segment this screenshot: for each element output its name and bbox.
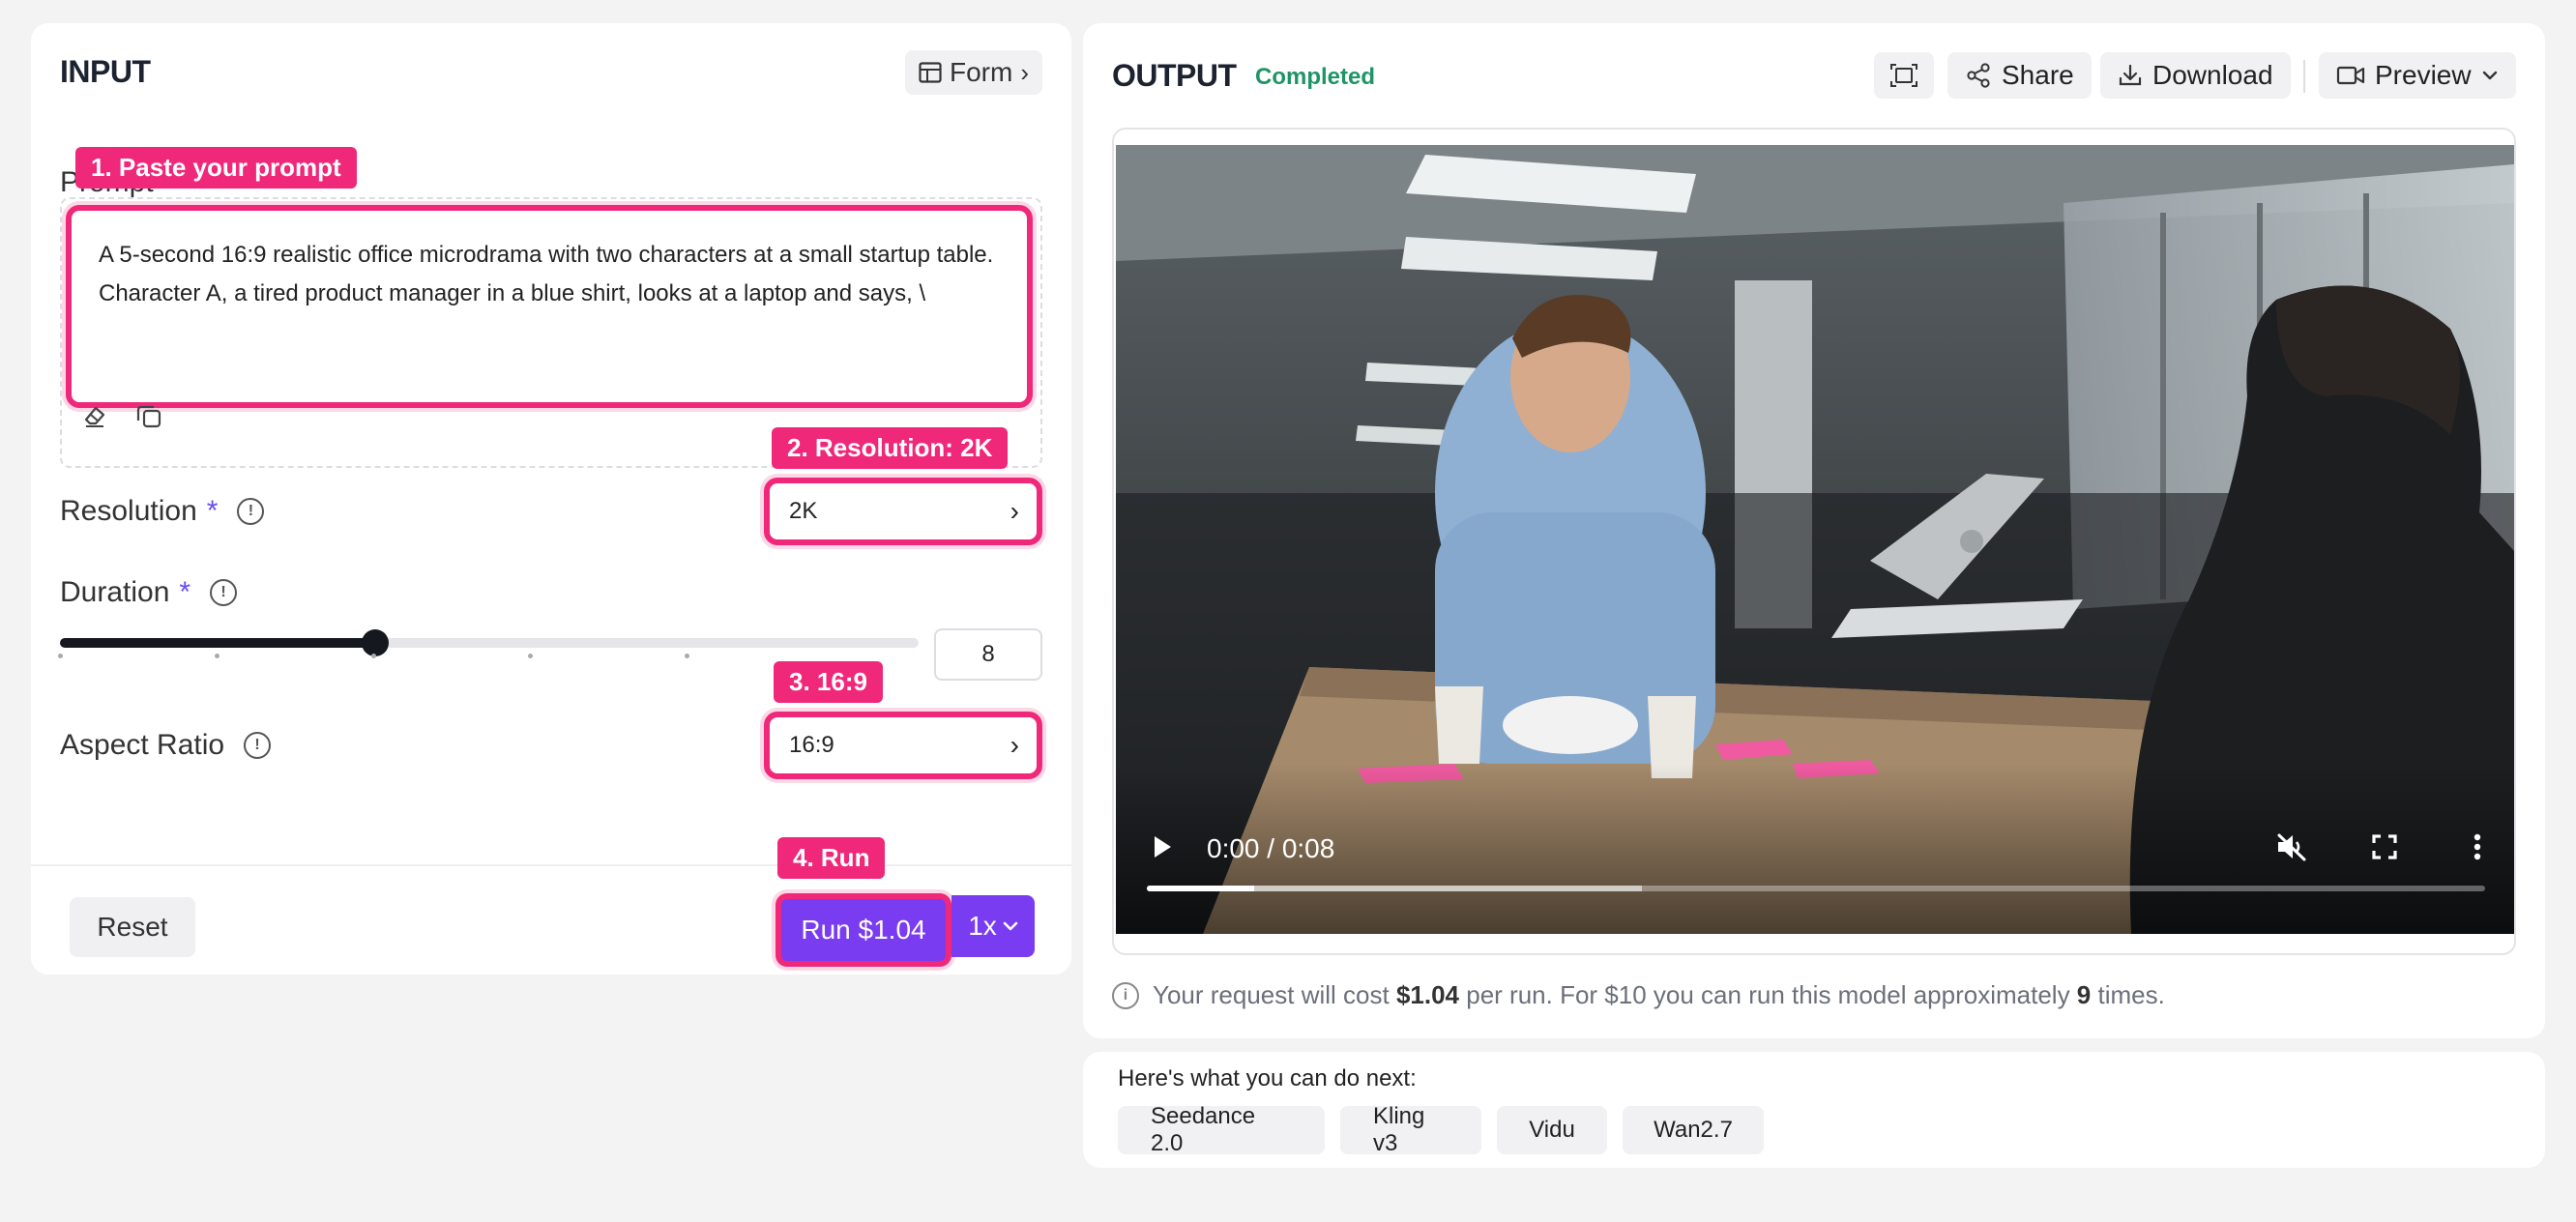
run-multiplier-dropdown[interactable]: 1x <box>951 895 1035 957</box>
info-icon[interactable]: ! <box>244 732 272 759</box>
expand-frame-icon <box>1890 64 1917 87</box>
run-button[interactable]: Run $1.04 <box>776 893 951 967</box>
chevron-down-icon <box>1003 921 1018 931</box>
preview-dropdown[interactable]: Preview <box>2319 52 2516 99</box>
mute-button[interactable] <box>2272 828 2311 866</box>
cost-count: 9 <box>2076 980 2092 1009</box>
input-panel: INPUT Form › Prompt A 5-second 16:9 real… <box>31 23 1071 975</box>
chevron-right-icon: › <box>1020 57 1029 87</box>
next-steps-panel: Here's what you can do next: Seedance 2.… <box>1083 1052 2545 1168</box>
video-player[interactable]: 0:00 / 0:08 <box>1116 145 2514 934</box>
cost-price: $1.04 <box>1395 980 1460 1009</box>
fullscreen-button[interactable] <box>2365 828 2404 866</box>
form-toggle-button[interactable]: Form › <box>905 50 1042 95</box>
cost-suffix: times. <box>2091 980 2165 1009</box>
video-played-bar <box>1147 886 1254 891</box>
next-chip-vidu[interactable]: Vidu <box>1497 1106 1607 1154</box>
resolution-label-text: Resolution <box>60 495 197 527</box>
required-marker: * <box>179 576 191 608</box>
download-label: Download <box>2152 60 2273 90</box>
toolbar-divider <box>2303 60 2305 93</box>
form-toggle-label: Form <box>950 57 1013 87</box>
output-panel: OUTPUT Completed Share Download Preview <box>1083 23 2545 1038</box>
prompt-textarea[interactable]: A 5-second 16:9 realistic office microdr… <box>66 205 1033 408</box>
aspect-ratio-label-text: Aspect Ratio <box>60 729 225 761</box>
download-icon <box>2119 64 2142 86</box>
duration-label: Duration * ! <box>60 576 238 609</box>
resolution-label: Resolution * ! <box>60 495 265 528</box>
more-options-button[interactable] <box>2458 828 2497 866</box>
callout-prompt: 1. Paste your prompt <box>75 147 357 189</box>
share-button[interactable]: Share <box>1947 52 2092 99</box>
duration-label-text: Duration <box>60 576 170 608</box>
preview-label: Preview <box>2375 60 2472 90</box>
slider-tick <box>371 654 376 658</box>
aspect-ratio-value: 16:9 <box>789 732 834 758</box>
slider-tick <box>528 654 533 658</box>
video-progress-track[interactable] <box>1147 886 2485 891</box>
callout-run: 4. Run <box>777 837 886 879</box>
resolution-select[interactable]: 2K › <box>764 478 1042 545</box>
output-title: OUTPUT <box>1112 58 1237 93</box>
eraser-icon <box>84 406 105 427</box>
share-icon <box>1967 63 1990 88</box>
download-button[interactable]: Download <box>2100 52 2291 99</box>
duration-input[interactable]: 8 <box>934 628 1042 681</box>
cost-info: i Your request will cost $1.04 per run. … <box>1112 980 2165 1010</box>
next-chip-seedance[interactable]: Seedance 2.0 <box>1118 1103 1325 1156</box>
status-badge: Completed <box>1255 64 1376 90</box>
video-overlay-gradient <box>1116 764 2514 934</box>
play-icon <box>1155 836 1171 858</box>
fullscreen-view-button[interactable] <box>1874 52 1934 99</box>
chevron-right-icon: › <box>1010 496 1019 526</box>
callout-resolution: 2. Resolution: 2K <box>772 427 1009 469</box>
resolution-value: 2K <box>789 498 818 524</box>
slider-tick <box>685 654 689 658</box>
video-container: 0:00 / 0:08 <box>1112 128 2516 955</box>
cost-prefix: Your request will cost <box>1153 980 1396 1009</box>
next-steps-title: Here's what you can do next: <box>1118 1065 1417 1091</box>
chevron-down-icon <box>2482 71 2497 80</box>
reset-button[interactable]: Reset <box>70 897 195 957</box>
aspect-ratio-select[interactable]: 16:9 › <box>764 712 1042 779</box>
aspect-ratio-label: Aspect Ratio ! <box>60 729 272 762</box>
share-label: Share <box>2002 60 2074 90</box>
cost-middle: per run. For $10 you can run this model … <box>1459 980 2077 1009</box>
video-time: 0:00 / 0:08 <box>1207 833 1335 863</box>
copy-prompt-button[interactable] <box>128 396 170 435</box>
slider-tick <box>58 654 63 658</box>
info-icon[interactable]: ! <box>210 579 238 606</box>
clear-prompt-button[interactable] <box>73 396 116 435</box>
video-camera-icon <box>2336 66 2365 85</box>
multiplier-value: 1x <box>968 911 997 941</box>
play-button[interactable] <box>1143 828 1182 866</box>
copy-icon <box>136 405 161 428</box>
info-icon[interactable]: ! <box>237 498 265 525</box>
next-chip-kling[interactable]: Kling v3 <box>1340 1103 1481 1156</box>
info-icon: i <box>1112 981 1139 1009</box>
table-icon <box>919 62 942 83</box>
callout-aspect: 3. 16:9 <box>774 661 883 703</box>
duration-slider-fill <box>60 638 375 648</box>
cost-text: Your request will cost $1.04 per run. Fo… <box>1153 980 2165 1010</box>
chevron-right-icon: › <box>1010 730 1019 760</box>
more-vertical-icon <box>2474 833 2481 860</box>
next-chip-wan[interactable]: Wan2.7 <box>1623 1106 1764 1154</box>
required-marker: * <box>206 495 219 527</box>
input-title: INPUT <box>60 54 151 89</box>
volume-muted-icon <box>2277 833 2306 861</box>
fullscreen-icon <box>2372 834 2397 859</box>
duration-slider-thumb[interactable] <box>362 629 389 656</box>
slider-tick <box>215 654 220 658</box>
